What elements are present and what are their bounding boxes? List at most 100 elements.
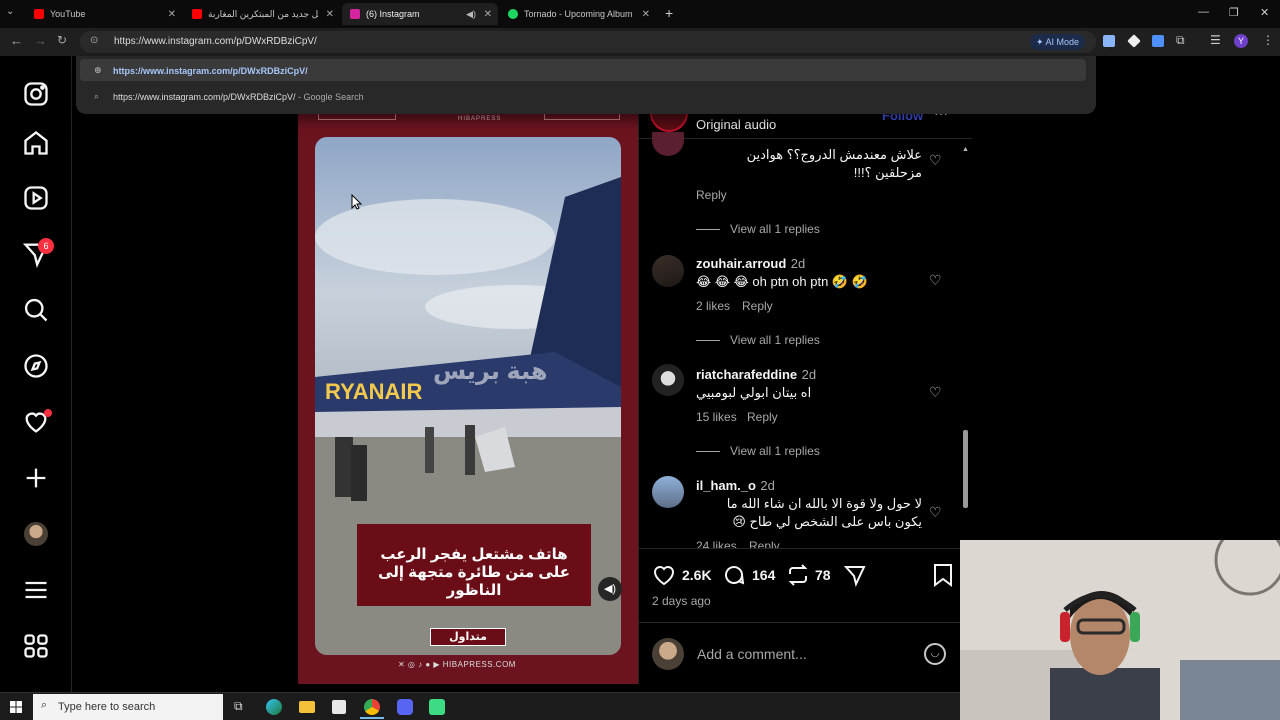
extension-photo-icon[interactable]	[1152, 35, 1164, 47]
reload-icon[interactable]: ↻	[57, 33, 67, 47]
edge-icon[interactable]	[266, 699, 282, 715]
comment-text: علاش معندمش الدروج؟؟ هوادين مزحلقين ؟!!!	[746, 147, 922, 180]
save-icon[interactable]	[932, 563, 954, 587]
view-replies-link[interactable]: View all 1 replies	[696, 333, 820, 347]
like-comment-icon[interactable]: ♡	[929, 384, 942, 401]
address-bar-url: https://www.instagram.com/p/DWxRDBziCpV/	[114, 36, 317, 47]
task-view-icon[interactable]: ⧉	[234, 699, 243, 714]
like-post-icon[interactable]	[652, 563, 676, 587]
hibapress-watermark: هبة بريس	[433, 358, 548, 385]
profile-avatar[interactable]: Y	[1234, 34, 1248, 48]
chrome-icon[interactable]	[364, 699, 380, 715]
close-window-icon[interactable]: ✕	[1260, 6, 1269, 19]
add-comment-input[interactable]: Add a comment...	[697, 646, 807, 662]
youtube-favicon-icon	[34, 9, 44, 19]
address-bar[interactable]: ⊙ https://www.instagram.com/p/DWxRDBziCp…	[80, 31, 1096, 53]
comments-count[interactable]: 164	[752, 567, 775, 583]
comment-icon[interactable]	[722, 563, 746, 587]
instagram-favicon-icon	[350, 9, 360, 19]
suggestion-url[interactable]: ⊕ https://www.instagram.com/p/DWxRDBziCp…	[80, 59, 1086, 81]
sound-toggle-icon[interactable]: ◀)	[598, 577, 622, 601]
trending-tag: متداول	[430, 628, 506, 646]
speaker-icon[interactable]: ◀)	[466, 9, 476, 20]
spotify-favicon-icon	[508, 9, 518, 19]
reply-link[interactable]: Reply	[696, 188, 727, 202]
emoji-icon[interactable]: ◡	[924, 643, 946, 665]
comment-avatar[interactable]	[652, 255, 684, 287]
suggestion-text: https://www.instagram.com/p/DWxRDBziCpV/	[113, 66, 308, 76]
taskbar-search-box[interactable]: ⌕ Type here to search	[33, 694, 223, 720]
comment-likes[interactable]: 15 likes	[696, 410, 737, 424]
forward-icon[interactable]: →	[34, 33, 47, 48]
comment-time: 2d	[801, 367, 817, 382]
reposts-count[interactable]: 78	[815, 567, 831, 583]
extensions-puzzle-icon[interactable]: ⧉	[1176, 33, 1185, 48]
explore-icon[interactable]	[22, 352, 50, 380]
tab-youtube-video[interactable]: جيل جديد من المبتكرين المغاربة ✕	[184, 3, 340, 25]
tab-list-dropdown-icon[interactable]: ⌄	[6, 6, 14, 17]
comment-avatar[interactable]	[652, 364, 684, 396]
original-audio-label[interactable]: Original audio	[696, 117, 776, 132]
webcam-scene	[960, 540, 1280, 720]
windows-start-icon[interactable]	[10, 701, 22, 713]
comment-time: 2d	[790, 256, 806, 271]
comment-likes[interactable]: 2 likes	[696, 299, 730, 313]
browser-menu-icon[interactable]: ⋮	[1262, 33, 1274, 47]
view-replies-link[interactable]: View all 1 replies	[696, 444, 820, 458]
globe-icon: ⊕	[94, 65, 102, 75]
new-tab-button[interactable]: +	[665, 5, 673, 21]
tab-spotify[interactable]: Tornado - Upcoming Album by ✕	[500, 3, 656, 25]
instagram-sidebar: 6	[0, 56, 72, 692]
reading-list-icon[interactable]: ☰	[1210, 33, 1221, 47]
current-user-avatar[interactable]	[652, 638, 684, 670]
instagram-logo-icon[interactable]	[22, 80, 50, 108]
suggestion-search[interactable]: ⌕ https://www.instagram.com/p/DWxRDBziCp…	[80, 85, 1086, 107]
threads-apps-icon[interactable]	[22, 632, 50, 660]
comment-header: riatcharafeddine 2d	[696, 366, 816, 384]
close-tab-icon[interactable]: ✕	[642, 9, 650, 20]
tab-instagram[interactable]: (6) Instagram ◀) ✕	[342, 3, 498, 25]
site-info-icon[interactable]: ⊙	[90, 35, 98, 46]
likes-count[interactable]: 2.6K	[682, 567, 712, 583]
comment-username[interactable]: zouhair.arroud	[696, 256, 786, 271]
view-replies-link[interactable]: View all 1 replies	[696, 222, 820, 236]
minimize-icon[interactable]: —	[1198, 6, 1209, 18]
comment-text: اه بيتان ابولي لبومبيي	[696, 385, 812, 400]
taskbar-search-placeholder: Type here to search	[58, 701, 156, 713]
reply-link[interactable]: Reply	[747, 410, 778, 424]
notification-dot	[44, 409, 52, 417]
tab-label: Tornado - Upcoming Album by	[524, 9, 632, 19]
translate-icon[interactable]	[1103, 35, 1115, 47]
comment-username[interactable]: riatcharafeddine	[696, 367, 797, 382]
restore-icon[interactable]: ❐	[1229, 6, 1239, 19]
like-comment-icon[interactable]: ♡	[929, 272, 942, 289]
back-icon[interactable]: ←	[10, 33, 23, 48]
close-tab-icon[interactable]: ✕	[484, 9, 492, 20]
more-menu-icon[interactable]	[22, 576, 50, 604]
repost-icon[interactable]	[786, 563, 810, 587]
reply-link[interactable]: Reply	[742, 299, 773, 313]
comment-username[interactable]: il_ham._o	[696, 478, 756, 493]
reels-icon[interactable]	[22, 184, 50, 212]
like-comment-icon[interactable]: ♡	[929, 504, 942, 521]
store-icon[interactable]	[332, 700, 346, 714]
comments-scroll-up-icon[interactable]: ▲	[962, 146, 969, 153]
discord-icon[interactable]	[397, 699, 413, 715]
android-app-icon[interactable]	[429, 699, 445, 715]
comment-avatar[interactable]	[652, 476, 684, 508]
create-icon[interactable]	[22, 464, 50, 492]
share-icon[interactable]	[843, 563, 867, 587]
hibapress-footer-text: HIBAPRESS.COM	[442, 660, 516, 669]
file-explorer-icon[interactable]	[299, 701, 315, 713]
search-icon[interactable]	[22, 296, 50, 324]
mouse-cursor-icon	[351, 194, 363, 210]
home-icon[interactable]	[22, 129, 50, 157]
hibapress-footer: ✕ ◎ ♪ ● ▶ HIBAPRESS.COM	[398, 660, 516, 669]
close-tab-icon[interactable]: ✕	[326, 9, 334, 20]
close-tab-icon[interactable]: ✕	[168, 9, 176, 20]
tab-youtube[interactable]: YouTube ✕	[26, 3, 182, 25]
ai-mode-button[interactable]: ✦ AI Mode	[1030, 34, 1086, 50]
like-comment-icon[interactable]: ♡	[929, 152, 942, 169]
profile-avatar[interactable]	[24, 522, 48, 546]
comments-scrollbar-thumb[interactable]	[963, 430, 968, 508]
